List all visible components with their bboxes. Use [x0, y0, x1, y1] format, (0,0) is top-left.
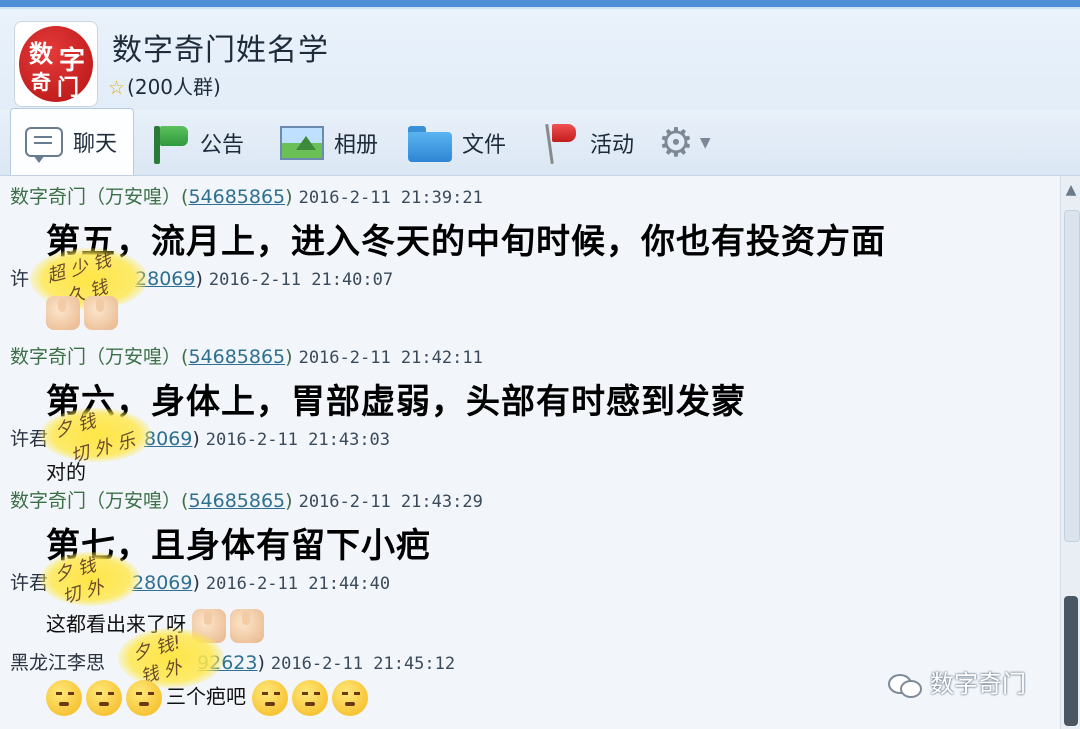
redaction-scribble: 夕 钱切 外 乐: [40, 408, 152, 467]
message-header: 数字奇门（万安喤）(54685865) 2016-2-11 21:43:29: [10, 490, 483, 512]
chat-history[interactable]: 数字奇门（万安喤）(54685865) 2016-2-11 21:39:21 第五…: [0, 176, 1060, 729]
group-toolbar: 聊天 公告 相册 文件 活动 ⚙ ▼: [0, 108, 1080, 176]
message-time: 2016-2-11 21:39:21: [298, 188, 483, 208]
tab-album-label: 相册: [334, 133, 379, 158]
message-header: 黑龙江李思 92623) 2016-2-11 21:45:12: [10, 652, 456, 674]
tab-activity-label: 活动: [590, 133, 635, 158]
sender-name[interactable]: 数字奇门（万安喤）: [10, 346, 181, 368]
watermark-text: 数字奇门: [930, 670, 1026, 698]
scroll-up-icon[interactable]: ▲: [1063, 182, 1079, 198]
tab-album[interactable]: 相册: [280, 115, 378, 171]
message-text: 对的: [46, 460, 86, 484]
activity-flag-icon: [542, 122, 580, 164]
sender-name[interactable]: 数字奇门（万安喤）: [10, 490, 181, 512]
group-avatar[interactable]: 数 字 奇 门: [14, 21, 98, 107]
message-text: 第五，流月上，进入冬天的中旬时候，你也有投资方面: [46, 222, 886, 262]
scrollbar-track[interactable]: [1064, 210, 1080, 542]
message-time: 2016-2-11 21:44:40: [205, 574, 391, 594]
emoji-icon: [292, 680, 329, 716]
redaction-scribble: 夕 钱! 钱 外: [118, 628, 224, 688]
sender-qq-link[interactable]: 28069: [132, 572, 192, 594]
group-member-info: ☆ (200人群): [108, 71, 221, 100]
sender-name[interactable]: 黑龙江李思: [10, 652, 105, 674]
message-time: 2016-2-11 21:42:11: [298, 348, 483, 368]
group-header: 数 字 奇 门 数字奇门姓名学 ☆ (200人群): [0, 9, 1080, 109]
thumbs-up-icon: [230, 608, 265, 643]
thumbs-up-icon: [46, 296, 80, 330]
sender-qq-link[interactable]: 54685865: [188, 346, 285, 368]
tab-notice[interactable]: 公告: [150, 115, 244, 171]
tab-files[interactable]: 文件: [408, 115, 506, 171]
emoji-icon: [126, 680, 162, 716]
logo-char-1: 数: [29, 39, 53, 68]
star-icon: ☆: [108, 77, 126, 99]
wechat-icon: [888, 672, 922, 698]
notice-flag-icon: [150, 122, 190, 164]
tab-notice-label: 公告: [200, 133, 245, 158]
message-time: 2016-2-11 21:45:12: [270, 654, 456, 674]
emoji-icon: [332, 680, 369, 716]
tab-chat-label: 聊天: [73, 132, 118, 157]
group-logo: 数 字 奇 门: [19, 26, 93, 102]
chat-scrollbar[interactable]: ▲: [1060, 176, 1080, 729]
message-time: 2016-2-11 21:43:29: [298, 492, 483, 512]
logo-char-3: 奇: [31, 70, 51, 94]
tab-chat[interactable]: 聊天: [10, 108, 134, 175]
photo-icon: [280, 126, 324, 160]
emoji-icon: [86, 680, 122, 716]
tab-activity[interactable]: 活动: [542, 115, 634, 171]
message-text: 三个疤吧: [166, 684, 246, 709]
window-top-strip: [0, 0, 1080, 9]
gear-icon: ⚙: [658, 120, 694, 166]
message-emoji-row: [46, 296, 122, 330]
message-time: 2016-2-11 21:43:03: [205, 430, 391, 450]
emoji-icon: [46, 680, 82, 716]
emoji-icon: [252, 680, 289, 716]
logo-char-4: 门: [57, 75, 80, 101]
chat-bubble-icon: [25, 127, 63, 163]
settings-menu[interactable]: ⚙ ▼: [658, 115, 711, 171]
watermark: 数字奇门: [888, 664, 1026, 699]
message-header: 数字奇门（万安喤）(54685865) 2016-2-11 21:42:11: [10, 346, 483, 368]
tab-files-label: 文件: [462, 133, 507, 158]
redaction-scribble: 夕 钱切 外: [40, 552, 140, 608]
scrollbar-thumb[interactable]: [1064, 596, 1078, 726]
sender-name[interactable]: 许: [10, 268, 29, 290]
sender-qq-link[interactable]: 54685865: [188, 490, 285, 512]
sender-qq-link[interactable]: 54685865: [188, 186, 285, 208]
sender-name[interactable]: 数字奇门（万安喤）: [10, 186, 181, 208]
message-time: 2016-2-11 21:40:07: [208, 270, 394, 290]
message-text: 第六，身体上，胃部虚弱，头部有时感到发蒙: [46, 382, 746, 422]
message-header: 数字奇门（万安喤）(54685865) 2016-2-11 21:39:21: [10, 186, 483, 208]
message-body: 三个疤吧: [46, 680, 372, 716]
thumbs-up-icon: [84, 296, 118, 330]
folder-icon: [408, 126, 452, 162]
group-name: 数字奇门姓名学: [112, 33, 329, 68]
member-count: (200人群): [127, 75, 221, 99]
chevron-down-icon: ▼: [699, 135, 711, 151]
